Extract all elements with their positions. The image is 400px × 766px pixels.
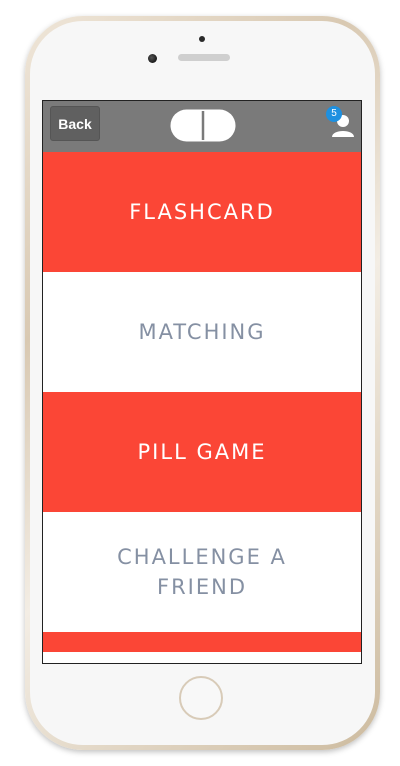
challenge-a-friend-button[interactable]: CHALLENGE A FRIEND <box>43 512 361 632</box>
earpiece-speaker <box>178 54 230 61</box>
front-camera <box>148 54 157 63</box>
profile-button[interactable]: 5 <box>326 105 356 145</box>
app-screen: Back 5 FLASHCARD MATCHING PILL GAME CHAL… <box>42 100 362 664</box>
pill-logo-icon[interactable] <box>170 109 236 142</box>
notification-badge: 5 <box>326 106 342 122</box>
home-button[interactable] <box>179 676 223 720</box>
flashcard-button[interactable]: FLASHCARD <box>43 152 361 272</box>
next-menu-item[interactable] <box>43 632 361 652</box>
matching-button[interactable]: MATCHING <box>43 272 361 392</box>
pill-game-button[interactable]: PILL GAME <box>43 392 361 512</box>
game-menu: FLASHCARD MATCHING PILL GAME CHALLENGE A… <box>43 152 361 652</box>
top-navbar: Back 5 <box>43 101 361 153</box>
proximity-sensor <box>199 36 205 42</box>
back-button[interactable]: Back <box>50 106 100 141</box>
